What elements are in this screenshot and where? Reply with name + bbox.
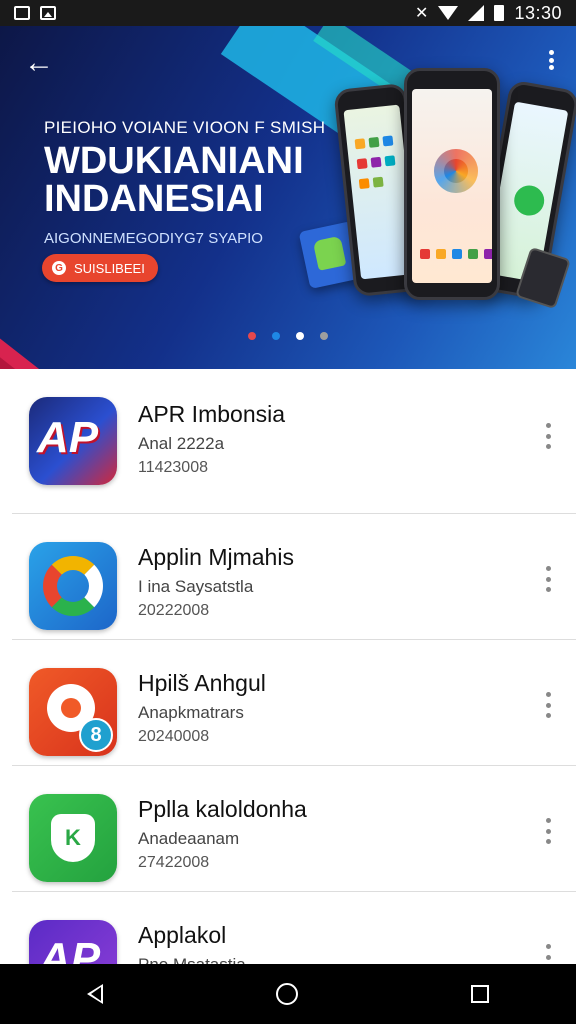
more-options-icon[interactable] [544, 944, 552, 964]
gear-logo-icon: 8 [29, 668, 117, 756]
carousel-dot[interactable] [248, 332, 256, 340]
banner-cta-label: SUISLIBEEI [74, 260, 145, 276]
app-name: Pplla kaloldonha [138, 796, 307, 822]
app-meta: 11423008 [138, 459, 208, 476]
app-list-item[interactable]: 8 Hpilš Anhgul Anapkmatrars 20240008 [12, 640, 576, 766]
wifi-icon [438, 6, 459, 20]
carousel-indicator [0, 332, 576, 340]
carousel-dot[interactable] [296, 332, 304, 340]
back-arrow-icon[interactable]: ← [24, 48, 54, 78]
app-meta: 20240008 [138, 728, 210, 745]
ap-logo-icon: AP [29, 397, 117, 485]
app-name: Applin Mjmahis [138, 544, 294, 570]
app-subtitle: Pno Msatastia [138, 955, 246, 964]
app-name: Applakol [138, 922, 227, 948]
image-icon [40, 6, 56, 20]
ap-purple-logo-icon: AP [29, 920, 117, 964]
phone-illustration [404, 68, 500, 300]
app-list-item[interactable]: K Pplla kaloldonha Anadeaanam 27422008 [12, 766, 576, 892]
clock: 13:30 [514, 2, 562, 23]
more-options-icon[interactable] [548, 50, 554, 70]
app-list-item[interactable]: AP APR Imbonsia Anal 2222a 11423008 [12, 369, 576, 514]
app-list-item[interactable]: Applin Mjmahis I ina Saysatstla 20222008 [12, 514, 576, 640]
gallery-icon [14, 6, 30, 20]
app-meta: 27422008 [138, 854, 210, 871]
battery-icon [494, 5, 505, 21]
app-list-item[interactable]: AP Applakol Pno Msatastia 20202120 [12, 892, 576, 964]
carousel-dot[interactable] [320, 332, 328, 340]
banner-eyebrow: PIEIOHO VOIANE VIOON F SMISH [44, 118, 326, 137]
status-bar: ✕ 13:30 [0, 0, 576, 26]
system-nav-bar [0, 964, 576, 1024]
app-subtitle: Anal 2222a [138, 434, 225, 453]
banner-cta-button[interactable]: G SUISLIBEEI [42, 254, 158, 282]
google-icon: G [52, 261, 66, 275]
app-subtitle: Anapkmatrars [138, 703, 244, 722]
more-options-icon[interactable] [544, 423, 552, 449]
more-options-icon[interactable] [544, 566, 552, 592]
app-name: APR Imbonsia [138, 401, 286, 427]
more-options-icon[interactable] [544, 692, 552, 718]
more-options-icon[interactable] [544, 818, 552, 844]
app-list: AP APR Imbonsia Anal 2222a 11423008 Appl… [0, 369, 576, 964]
shield-k-logo-icon: K [29, 794, 117, 882]
nav-recents-icon[interactable] [471, 985, 490, 1003]
app-meta: 20222008 [138, 602, 210, 619]
swirl-logo-icon [29, 542, 117, 630]
signal-icon [468, 5, 485, 21]
app-name: Hpilš Anhgul [138, 670, 266, 696]
app-subtitle: Anadeaanam [138, 829, 240, 848]
nav-home-icon[interactable] [275, 983, 298, 1005]
banner-subtitle: AIGONNEMEGODIYG7 SYAPIO [44, 230, 263, 247]
banner-title: WDUKIANIANI INDANESIAI [44, 140, 304, 220]
mute-icon: ✕ [415, 5, 429, 22]
nav-back-icon[interactable] [86, 984, 103, 1004]
carousel-dot[interactable] [272, 332, 280, 340]
app-subtitle: I ina Saysatstla [138, 577, 254, 596]
promo-banner[interactable]: ← PIEIOHO VOIANE VIOON F SMISH WDUKIANIA… [0, 26, 576, 369]
